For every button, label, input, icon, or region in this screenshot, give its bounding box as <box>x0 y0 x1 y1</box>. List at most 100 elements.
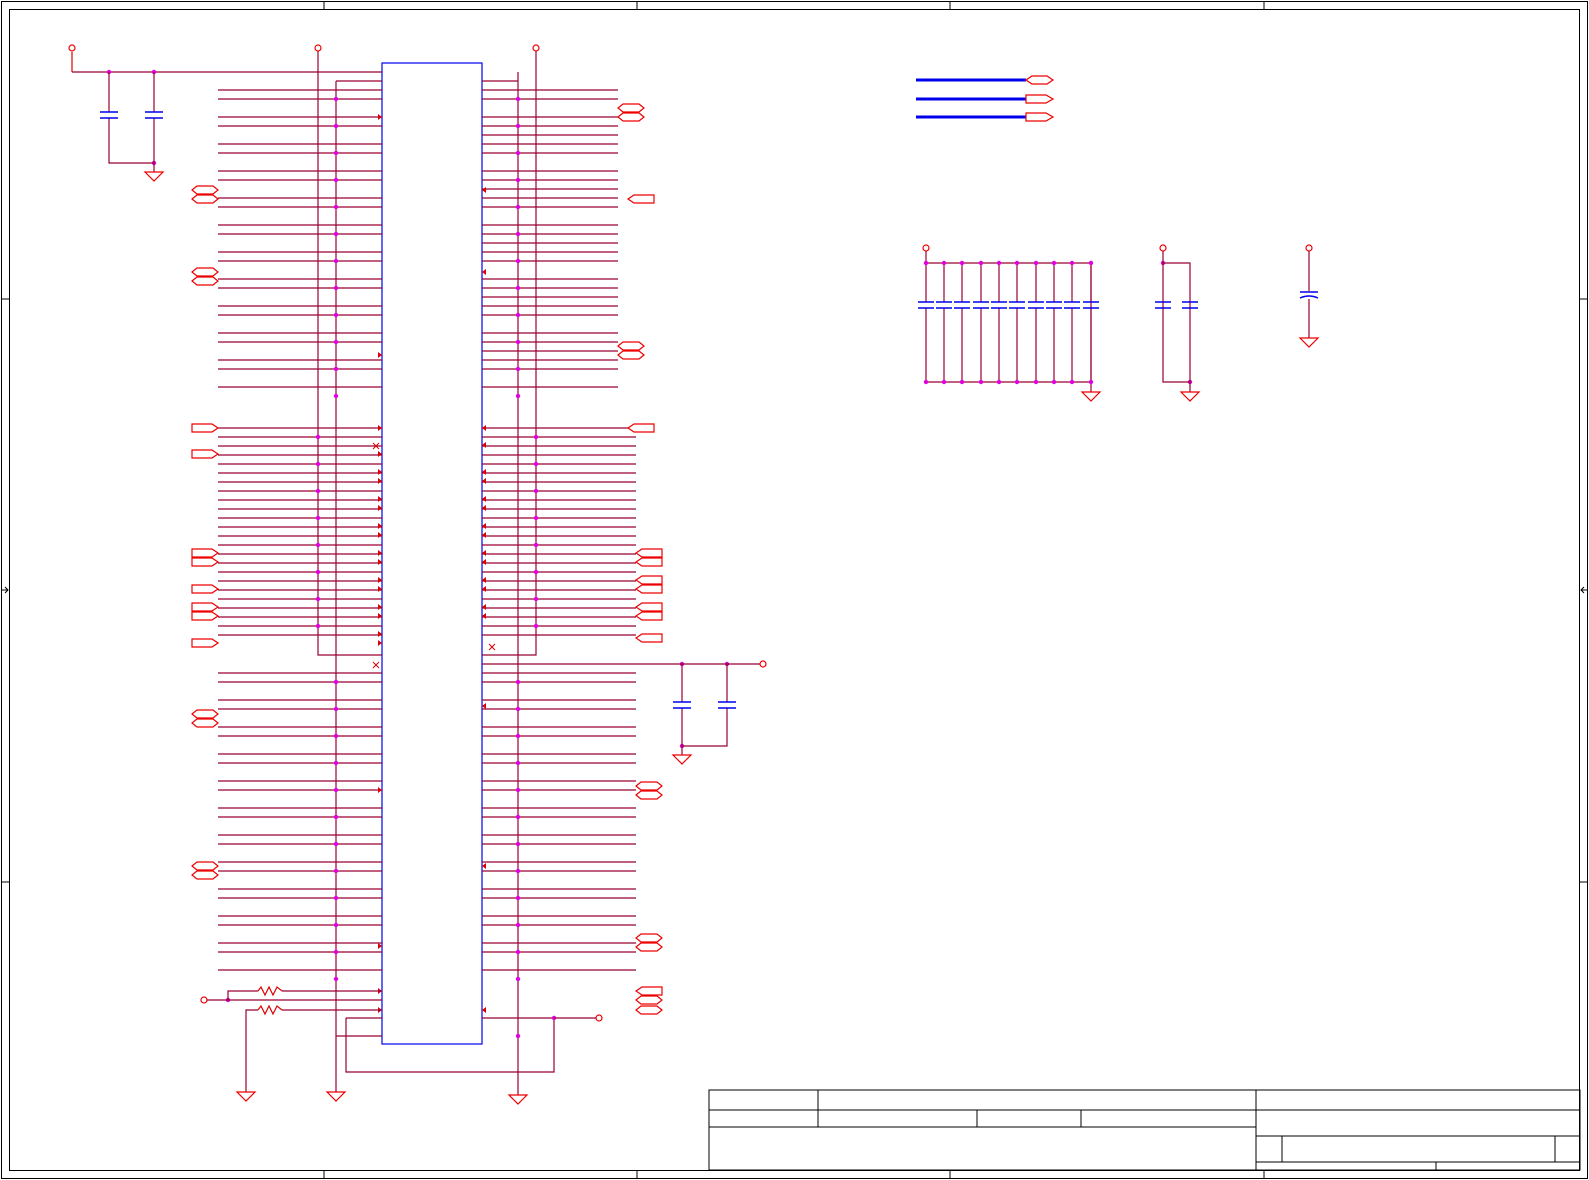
power-port <box>200 996 208 1004</box>
junction-dot <box>515 339 521 345</box>
net-port-output <box>634 986 663 996</box>
net-port-input <box>191 557 220 567</box>
junction-dot <box>941 379 947 385</box>
capacitor-bank <box>918 244 1320 402</box>
pin-arrow <box>378 505 382 511</box>
junction-dot <box>515 204 521 210</box>
junction-dot <box>333 96 339 102</box>
net-port-input <box>191 611 220 621</box>
pin-arrow <box>482 425 486 431</box>
junction-dot <box>959 379 965 385</box>
resistor <box>257 985 283 997</box>
junction-dot <box>978 379 984 385</box>
capacitor <box>1064 301 1080 309</box>
junction-dot <box>533 623 539 629</box>
pin-arrow <box>378 352 382 358</box>
pin-arrow <box>482 604 486 610</box>
junction-dot <box>515 258 521 264</box>
pin-arrow <box>378 604 382 610</box>
net-port-bidir <box>191 861 219 871</box>
capacitor <box>1299 291 1319 299</box>
junction-dot <box>315 488 321 494</box>
net-port-bidir <box>191 870 219 880</box>
pin-arrow <box>378 532 382 538</box>
junction-dot <box>333 922 339 928</box>
junction-dot <box>1088 260 1094 266</box>
capacitor <box>954 301 970 309</box>
net-port-output <box>634 557 663 567</box>
junction-dot <box>533 569 539 575</box>
pin-arrow <box>482 505 486 511</box>
junction-dot <box>333 285 339 291</box>
ground-symbol <box>507 1094 529 1105</box>
junction-dot <box>515 312 521 318</box>
title-block <box>708 1089 1581 1171</box>
pin-arrow <box>482 523 486 529</box>
pin-arrow <box>482 613 486 619</box>
decoupling-caps-top-left <box>100 72 165 182</box>
junction-dot <box>515 706 521 712</box>
net-ports <box>191 103 663 1015</box>
power-port <box>68 44 76 52</box>
junction-dot <box>333 177 339 183</box>
junction-dot <box>333 841 339 847</box>
pin-arrow <box>482 478 486 484</box>
junction-dot <box>515 177 521 183</box>
junction-dot <box>533 461 539 467</box>
junction-dot <box>515 895 521 901</box>
junction-dot <box>333 949 339 955</box>
pin-arrow <box>482 532 486 538</box>
pin-arrow <box>482 269 486 275</box>
junction-dot <box>533 515 539 521</box>
junction-dot <box>515 922 521 928</box>
junction-dot <box>533 434 539 440</box>
net-port-output <box>1025 112 1055 122</box>
net-port-bidir <box>1024 75 1055 85</box>
net-port-bidir <box>635 933 663 943</box>
net-port-bidir <box>191 276 219 286</box>
junction-dot <box>533 596 539 602</box>
pin-arrow <box>378 586 382 592</box>
pin-arrow <box>378 577 382 583</box>
net-port-bidir <box>617 341 645 351</box>
net-port-input <box>191 548 220 558</box>
junction-dot <box>333 150 339 156</box>
capacitor <box>991 301 1007 309</box>
net-port-bidir <box>635 1005 663 1015</box>
junction-dot <box>315 515 321 521</box>
junction-dot <box>996 379 1002 385</box>
ic-pins <box>218 89 636 1013</box>
pin-arrow <box>482 550 486 556</box>
ground-symbol <box>1298 337 1320 348</box>
power-port <box>595 1014 603 1022</box>
net-port-input <box>191 423 220 433</box>
junction-dot <box>515 841 521 847</box>
junction-dot <box>515 123 521 129</box>
pullup-resistors <box>200 985 603 1105</box>
junction-dot <box>515 787 521 793</box>
pin-arrow <box>482 577 486 583</box>
pin-arrow <box>482 863 486 869</box>
pin-arrow <box>378 114 382 120</box>
junction-dot <box>515 231 521 237</box>
pin-arrow <box>378 787 382 793</box>
power-port <box>1159 244 1167 252</box>
net-port-output <box>634 611 663 621</box>
junction-dot <box>515 949 521 955</box>
junction-dot <box>515 96 521 102</box>
capacitor <box>1046 301 1062 309</box>
right-zone-arrow-icon <box>1580 586 1587 594</box>
junction-dot <box>315 596 321 602</box>
net-port-bidir <box>635 781 663 791</box>
net-port-output <box>634 584 663 594</box>
junction-dot <box>333 868 339 874</box>
junction-dot <box>1088 379 1094 385</box>
junction-dot <box>923 379 929 385</box>
pin-arrow <box>482 442 486 448</box>
power-port <box>314 44 322 52</box>
junction-dot <box>515 868 521 874</box>
pin-arrow <box>378 640 382 646</box>
capacitor <box>1028 301 1044 309</box>
pin-arrow <box>482 469 486 475</box>
net-port-output <box>634 602 663 612</box>
